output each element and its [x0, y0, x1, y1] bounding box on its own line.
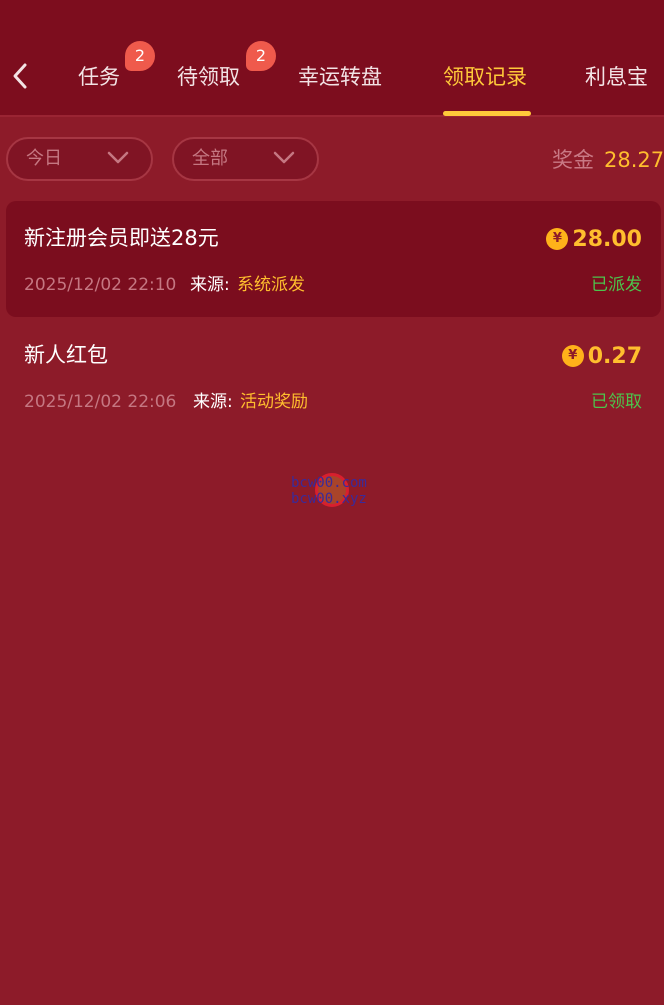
tab-label: 待领取: [177, 65, 240, 89]
record-title: 新注册会员即送28元: [24, 226, 219, 250]
record-source-label: 来源:: [193, 392, 233, 412]
record-item[interactable]: 新人红包 ¥ 0.27 2025/12/02 22:06 来源: 活动奖励 已领…: [6, 318, 661, 434]
tab-bar: 任务 2 待领取 2 幸运转盘 领取记录 利息宝: [0, 0, 664, 117]
record-item[interactable]: 新注册会员即送28元 ¥ 28.00 2025/12/02 22:10 来源: …: [6, 201, 661, 317]
back-button[interactable]: [4, 58, 36, 94]
record-title: 新人红包: [24, 343, 108, 367]
record-source-label: 来源:: [190, 275, 230, 295]
record-amount: ¥ 0.27: [561, 341, 642, 371]
bonus-total-value: 28.27: [604, 148, 664, 172]
watermark-line-1: bcw00.com: [291, 475, 367, 491]
date-filter-select[interactable]: 今日: [6, 137, 153, 181]
record-amount: ¥ 28.00: [546, 224, 642, 254]
tab-interest-treasure[interactable]: 利息宝: [585, 60, 648, 94]
record-amount-value: 28.00: [572, 226, 642, 252]
record-time: 2025/12/02 22:06: [24, 392, 177, 412]
yen-coin-icon: ¥: [546, 228, 569, 250]
tab-label: 任务: [78, 65, 120, 89]
chevron-down-icon: [107, 151, 129, 164]
tab-label: 领取记录: [443, 65, 527, 89]
tab-label: 利息宝: [585, 65, 648, 89]
active-tab-indicator: [443, 111, 531, 116]
record-amount-value: 0.27: [587, 343, 642, 369]
record-status: 已领取: [591, 392, 642, 412]
tab-lucky-wheel[interactable]: 幸运转盘: [298, 60, 382, 94]
chevron-left-icon: [13, 63, 27, 89]
watermark: bcw00.com bcw00.xyz: [291, 473, 391, 513]
record-time: 2025/12/02 22:10: [24, 275, 177, 295]
category-filter-value: 全部: [192, 148, 228, 169]
tab-label: 幸运转盘: [298, 65, 382, 89]
category-filter-select[interactable]: 全部: [172, 137, 319, 181]
record-status: 已派发: [591, 275, 642, 295]
tab-pending-badge: 2: [246, 41, 276, 71]
tab-tasks[interactable]: 任务: [78, 60, 120, 94]
watermark-line-2: bcw00.xyz: [291, 491, 367, 507]
tab-claim-records[interactable]: 领取记录: [443, 60, 527, 94]
record-source-value: 系统派发: [237, 275, 305, 295]
bonus-total-label: 奖金: [552, 148, 594, 172]
chevron-down-icon: [273, 151, 295, 164]
tab-pending[interactable]: 待领取: [177, 60, 240, 94]
record-source-value: 活动奖励: [240, 392, 308, 412]
yen-coin-icon: ¥: [561, 345, 584, 367]
date-filter-value: 今日: [26, 148, 62, 169]
tab-tasks-badge: 2: [125, 41, 155, 71]
